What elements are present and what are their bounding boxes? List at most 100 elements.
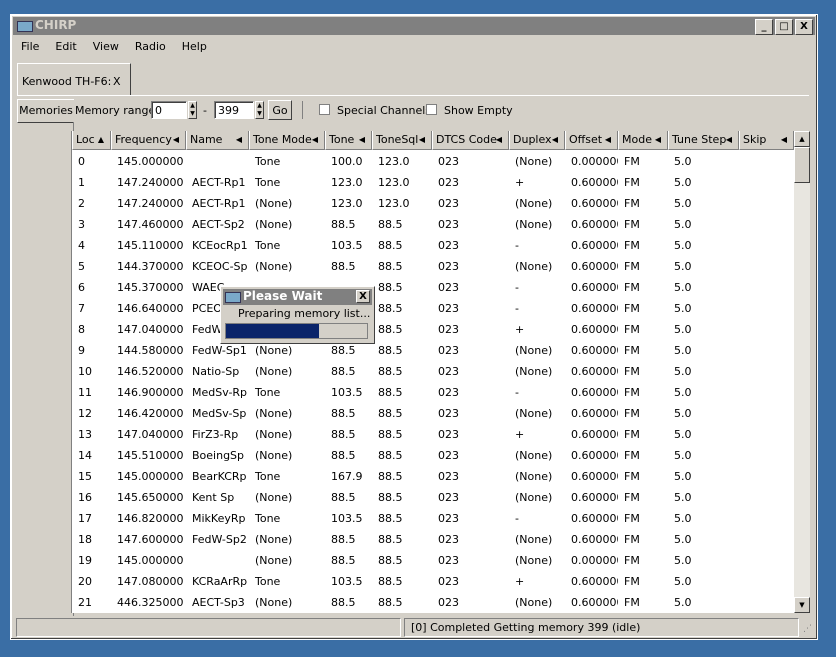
duplex-cell[interactable]: (None)	[509, 403, 565, 424]
duplex-cell[interactable]: (None)	[509, 340, 565, 361]
sort-toggle-icon[interactable]: ◀	[173, 131, 179, 149]
resize-grip-icon[interactable]: ⋰	[803, 624, 812, 634]
loc-cell[interactable]: 13	[72, 424, 111, 445]
skip-cell[interactable]	[739, 277, 794, 298]
tone-mode-cell[interactable]: Tone	[249, 172, 325, 193]
title-bar[interactable]: CHIRP _ □ X	[13, 17, 815, 35]
table-row[interactable]: 2 147.240000 AECT-Rp1 (None) 123.0 123.0 023 (N…	[72, 193, 794, 214]
sort-toggle-icon[interactable]: ◀	[496, 131, 502, 149]
table-row[interactable]: 17 146.820000 MikKeyRp Tone 103.5 88.5 023-0.6…	[72, 508, 794, 529]
tonesql-cell[interactable]: 123.0	[372, 151, 432, 172]
offset-cell[interactable]: 0.600000	[565, 382, 618, 403]
tonesql-cell[interactable]: 88.5	[372, 508, 432, 529]
tone-mode-cell[interactable]: Tone	[249, 571, 325, 592]
loc-cell[interactable]: 14	[72, 445, 111, 466]
frequency-cell[interactable]: 446.325000	[111, 592, 186, 613]
frequency-cell[interactable]: 147.240000	[111, 193, 186, 214]
offset-cell[interactable]: 0.600000	[565, 193, 618, 214]
dtcs-code-cell[interactable]: 023	[432, 298, 509, 319]
tone-cell[interactable]: 103.5	[325, 382, 372, 403]
tone-mode-cell[interactable]: Tone	[249, 466, 325, 487]
duplex-cell[interactable]: -	[509, 508, 565, 529]
offset-cell[interactable]: 0.000000	[565, 550, 618, 571]
mode-cell[interactable]: FM	[618, 256, 668, 277]
mode-cell[interactable]: FM	[618, 319, 668, 340]
name-cell[interactable]: BoeingSp	[186, 445, 249, 466]
tune-step-cell[interactable]: 5.0	[668, 487, 739, 508]
offset-cell[interactable]: 0.600000	[565, 487, 618, 508]
dtcs-code-cell[interactable]: 023	[432, 214, 509, 235]
frequency-cell[interactable]: 147.080000	[111, 571, 186, 592]
duplex-cell[interactable]: (None)	[509, 466, 565, 487]
mode-cell[interactable]: FM	[618, 445, 668, 466]
tune-step-cell[interactable]: 5.0	[668, 151, 739, 172]
menu-edit[interactable]: Edit	[47, 37, 84, 57]
duplex-cell[interactable]: (None)	[509, 445, 565, 466]
dtcs-code-cell[interactable]: 023	[432, 487, 509, 508]
range-start-input[interactable]: 0	[151, 101, 187, 119]
dtcs-code-cell[interactable]: 023	[432, 277, 509, 298]
menu-radio[interactable]: Radio	[127, 37, 174, 57]
tonesql-cell[interactable]: 88.5	[372, 214, 432, 235]
offset-cell[interactable]: 0.600000	[565, 529, 618, 550]
loc-cell[interactable]: 3	[72, 214, 111, 235]
skip-cell[interactable]	[739, 424, 794, 445]
table-row[interactable]: 8147.040000FedW88.5023+0.600000FM5.0	[72, 319, 794, 340]
skip-cell[interactable]	[739, 592, 794, 613]
offset-cell[interactable]: 0.600000	[565, 592, 618, 613]
tune-step-cell[interactable]: 5.0	[668, 214, 739, 235]
tune-step-cell[interactable]: 5.0	[668, 571, 739, 592]
duplex-cell[interactable]: (None)	[509, 592, 565, 613]
tab-memories[interactable]: Memories	[17, 99, 74, 123]
duplex-cell[interactable]: +	[509, 424, 565, 445]
col-dtcs-code-header[interactable]: DTCS Code ◀	[432, 131, 509, 150]
frequency-cell[interactable]: 145.650000	[111, 487, 186, 508]
mode-cell[interactable]: FM	[618, 235, 668, 256]
tone-mode-cell[interactable]: (None)	[249, 361, 325, 382]
tonesql-cell[interactable]: 88.5	[372, 487, 432, 508]
skip-cell[interactable]	[739, 466, 794, 487]
tone-mode-cell[interactable]: (None)	[249, 445, 325, 466]
name-cell[interactable]: KCEOC-Sp	[186, 256, 249, 277]
tone-cell[interactable]: 88.5	[325, 487, 372, 508]
tonesql-cell[interactable]: 88.5	[372, 550, 432, 571]
skip-cell[interactable]	[739, 529, 794, 550]
tone-mode-cell[interactable]: (None)	[249, 550, 325, 571]
skip-cell[interactable]	[739, 319, 794, 340]
tune-step-cell[interactable]: 5.0	[668, 277, 739, 298]
dtcs-code-cell[interactable]: 023	[432, 235, 509, 256]
table-row[interactable]: 6145.370000WAEC88.5023-0.600000FM5.0	[72, 277, 794, 298]
tone-cell[interactable]: 123.0	[325, 193, 372, 214]
loc-cell[interactable]: 8	[72, 319, 111, 340]
col-tone-mode-header[interactable]: Tone Mode ◀	[249, 131, 325, 150]
tonesql-cell[interactable]: 123.0	[372, 193, 432, 214]
tonesql-cell[interactable]: 88.5	[372, 445, 432, 466]
loc-cell[interactable]: 2	[72, 193, 111, 214]
offset-cell[interactable]: 0.600000	[565, 424, 618, 445]
frequency-cell[interactable]: 145.110000	[111, 235, 186, 256]
dtcs-code-cell[interactable]: 023	[432, 508, 509, 529]
col-tonesql-header[interactable]: ToneSql ◀	[372, 131, 432, 150]
table-row[interactable]: 11 146.900000 MedSv-Rp Tone 103.5 88.5 023-0.6…	[72, 382, 794, 403]
duplex-cell[interactable]: (None)	[509, 256, 565, 277]
dtcs-code-cell[interactable]: 023	[432, 403, 509, 424]
col-tune-step-header[interactable]: Tune Step ◀	[668, 131, 739, 150]
menu-file[interactable]: File	[13, 37, 47, 57]
tonesql-cell[interactable]: 88.5	[372, 235, 432, 256]
radio-tab-close-icon[interactable]: X	[113, 75, 121, 88]
sort-toggle-icon[interactable]: ◀	[552, 131, 558, 149]
table-row[interactable]: 7146.640000PCEO88.5023-0.600000FM5.0	[72, 298, 794, 319]
table-row[interactable]: 12 146.420000 MedSv-Sp (None) 88.5 88.5 023 (No…	[72, 403, 794, 424]
tune-step-cell[interactable]: 5.0	[668, 382, 739, 403]
col-tone-header[interactable]: Tone ◀	[325, 131, 372, 150]
sort-toggle-icon[interactable]: ◀	[781, 131, 787, 149]
col-loc-header[interactable]: Loc ▲	[72, 131, 111, 150]
dtcs-code-cell[interactable]: 023	[432, 592, 509, 613]
table-row[interactable]: 16 145.650000 Kent Sp (None) 88.5 88.5 023 (Non…	[72, 487, 794, 508]
duplex-cell[interactable]: -	[509, 235, 565, 256]
mode-cell[interactable]: FM	[618, 382, 668, 403]
frequency-cell[interactable]: 147.040000	[111, 319, 186, 340]
skip-cell[interactable]	[739, 340, 794, 361]
tonesql-cell[interactable]: 88.5	[372, 256, 432, 277]
mode-cell[interactable]: FM	[618, 550, 668, 571]
